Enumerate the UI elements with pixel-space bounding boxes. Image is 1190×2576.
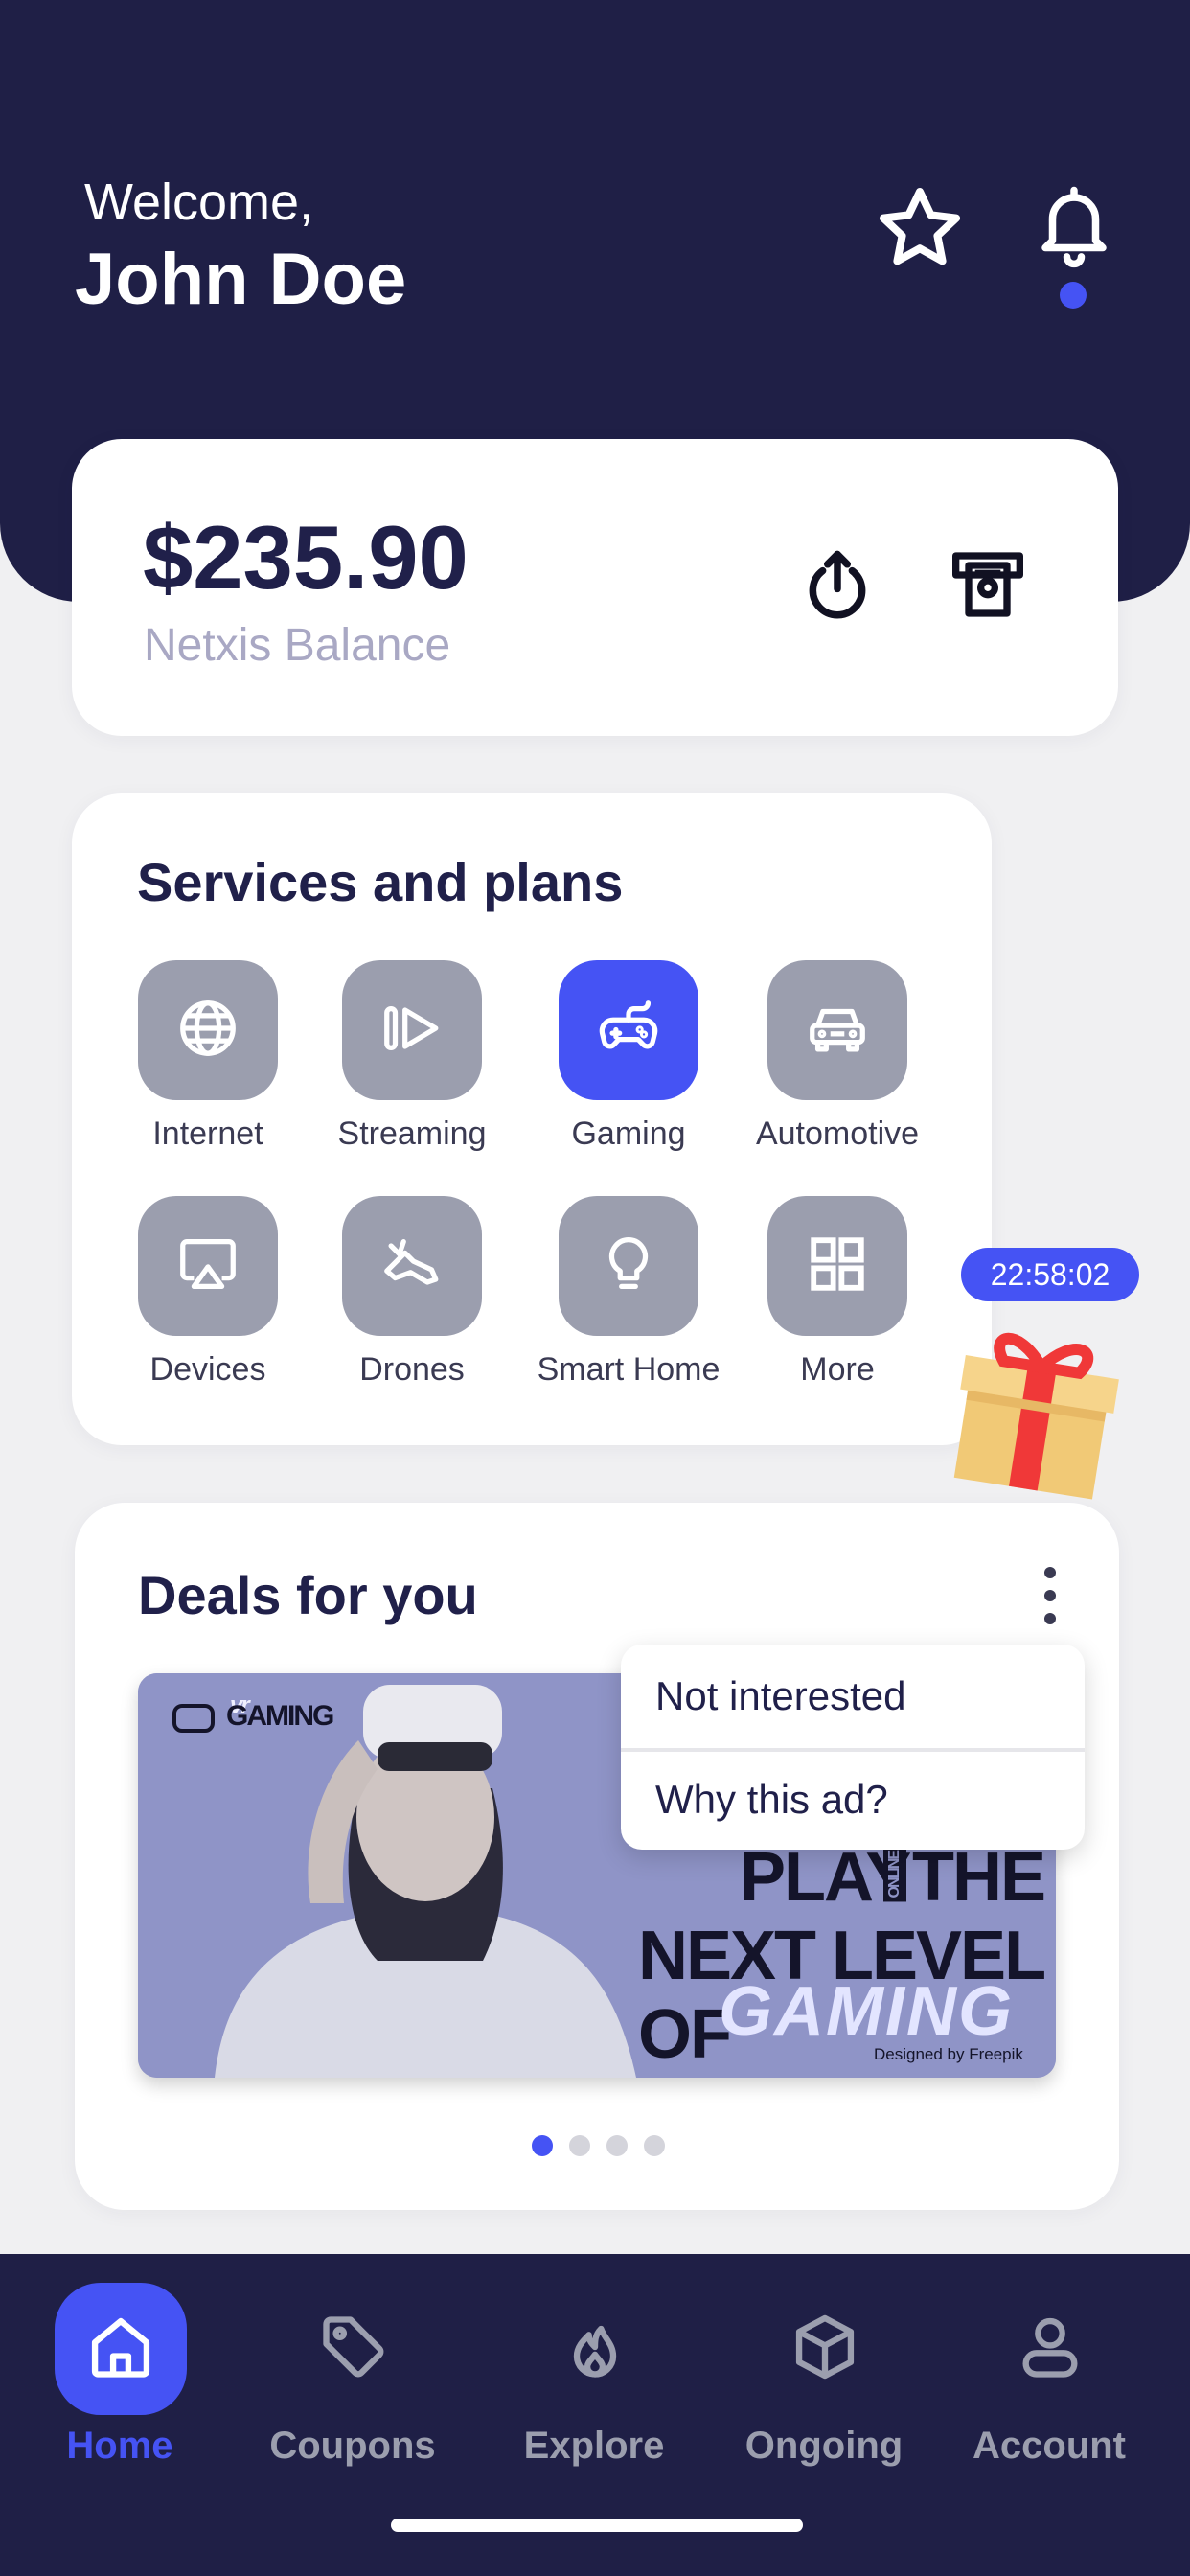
carousel-dot[interactable] [606,2135,628,2156]
service-automotive-tile[interactable] [767,960,907,1100]
flame-icon [559,2311,631,2388]
gamepad-icon [590,995,667,1067]
nav-ongoing[interactable]: Ongoing [709,2254,939,2503]
services-title: Services and plans [137,852,624,912]
service-drones-tile[interactable] [342,1196,482,1336]
balance-label: Netxis Balance [144,620,451,671]
nav-icon-container [287,2283,420,2415]
power-icon[interactable] [798,542,877,633]
banner-line1-b: THE [912,1839,1046,1916]
service-more-tile[interactable] [767,1196,907,1336]
nav-account[interactable]: Account [934,2254,1164,2503]
bell-icon[interactable] [1031,180,1117,277]
service-label: Smart Home [537,1351,721,1388]
tag-icon [317,2311,390,2388]
balance-amount: $235.90 [143,507,469,608]
service-label: Devices [149,1351,266,1388]
service-label: Internet [152,1116,263,1152]
service-label: More [800,1351,875,1388]
cash-icon[interactable] [950,546,1026,628]
home-icon [84,2311,157,2388]
star-icon[interactable] [872,182,968,279]
carousel-dot[interactable] [532,2135,553,2156]
nav-label: Coupons [269,2425,436,2467]
banner-online-tag: ONLINE [883,1848,906,1902]
service-devices-tile[interactable] [138,1196,278,1336]
box-icon [789,2311,861,2388]
more-vert-icon[interactable] [1042,1566,1058,1630]
stream-icon [378,995,446,1067]
user-name: John Doe [75,239,407,320]
airplay-icon [174,1230,241,1302]
banner-brand: GAMING [226,1700,334,1732]
balance-card: $235.90 Netxis Balance [72,439,1118,736]
menu-item-why-this-ad[interactable]: Why this ad? [655,1777,888,1823]
car-icon [803,995,872,1067]
banner-credit: Designed by Freepik [874,2045,1023,2063]
carousel-dot[interactable] [644,2135,665,2156]
service-label: Drones [359,1351,465,1388]
home-indicator [391,2518,803,2532]
grid-icon [804,1230,871,1302]
bulb-icon [595,1230,662,1302]
promo-timer[interactable]: 22:58:02 [961,1248,1139,1301]
menu-divider [621,1748,1085,1752]
nav-icon-container [984,2283,1116,2415]
nav-label: Home [66,2425,173,2467]
service-gaming-tile[interactable] [559,960,698,1100]
nav-home[interactable]: Home [5,2254,235,2503]
nav-explore[interactable]: Explore [479,2254,709,2503]
services-card: Services and plans Internet Streaming Ga… [72,794,992,1445]
nav-label: Ongoing [744,2425,904,2467]
carousel-dot[interactable] [569,2135,590,2156]
nav-icon-container [529,2283,661,2415]
service-label: Automotive [755,1116,920,1152]
nav-coupons[interactable]: Coupons [238,2254,468,2503]
notification-dot [1060,282,1087,309]
gift-icon[interactable] [939,1313,1131,1509]
welcome-text: Welcome, [84,173,314,231]
service-label: Streaming [337,1116,487,1152]
deal-context-menu: Not interested Why this ad? [621,1644,1085,1850]
banner-line3: GAMING [719,1973,1014,2050]
menu-item-not-interested[interactable]: Not interested [655,1673,905,1719]
deals-title: Deals for you [138,1565,478,1625]
globe-icon [174,995,241,1067]
service-smart-home-tile[interactable] [559,1196,698,1336]
nav-icon-container [759,2283,891,2415]
user-icon [1014,2311,1087,2388]
nav-icon-container [55,2283,187,2415]
nav-label: Explore [523,2425,665,2467]
service-label: Gaming [571,1116,686,1152]
service-streaming-tile[interactable] [342,960,482,1100]
service-internet-tile[interactable] [138,960,278,1100]
drone-icon [378,1230,446,1302]
nav-label: Account [973,2425,1126,2467]
